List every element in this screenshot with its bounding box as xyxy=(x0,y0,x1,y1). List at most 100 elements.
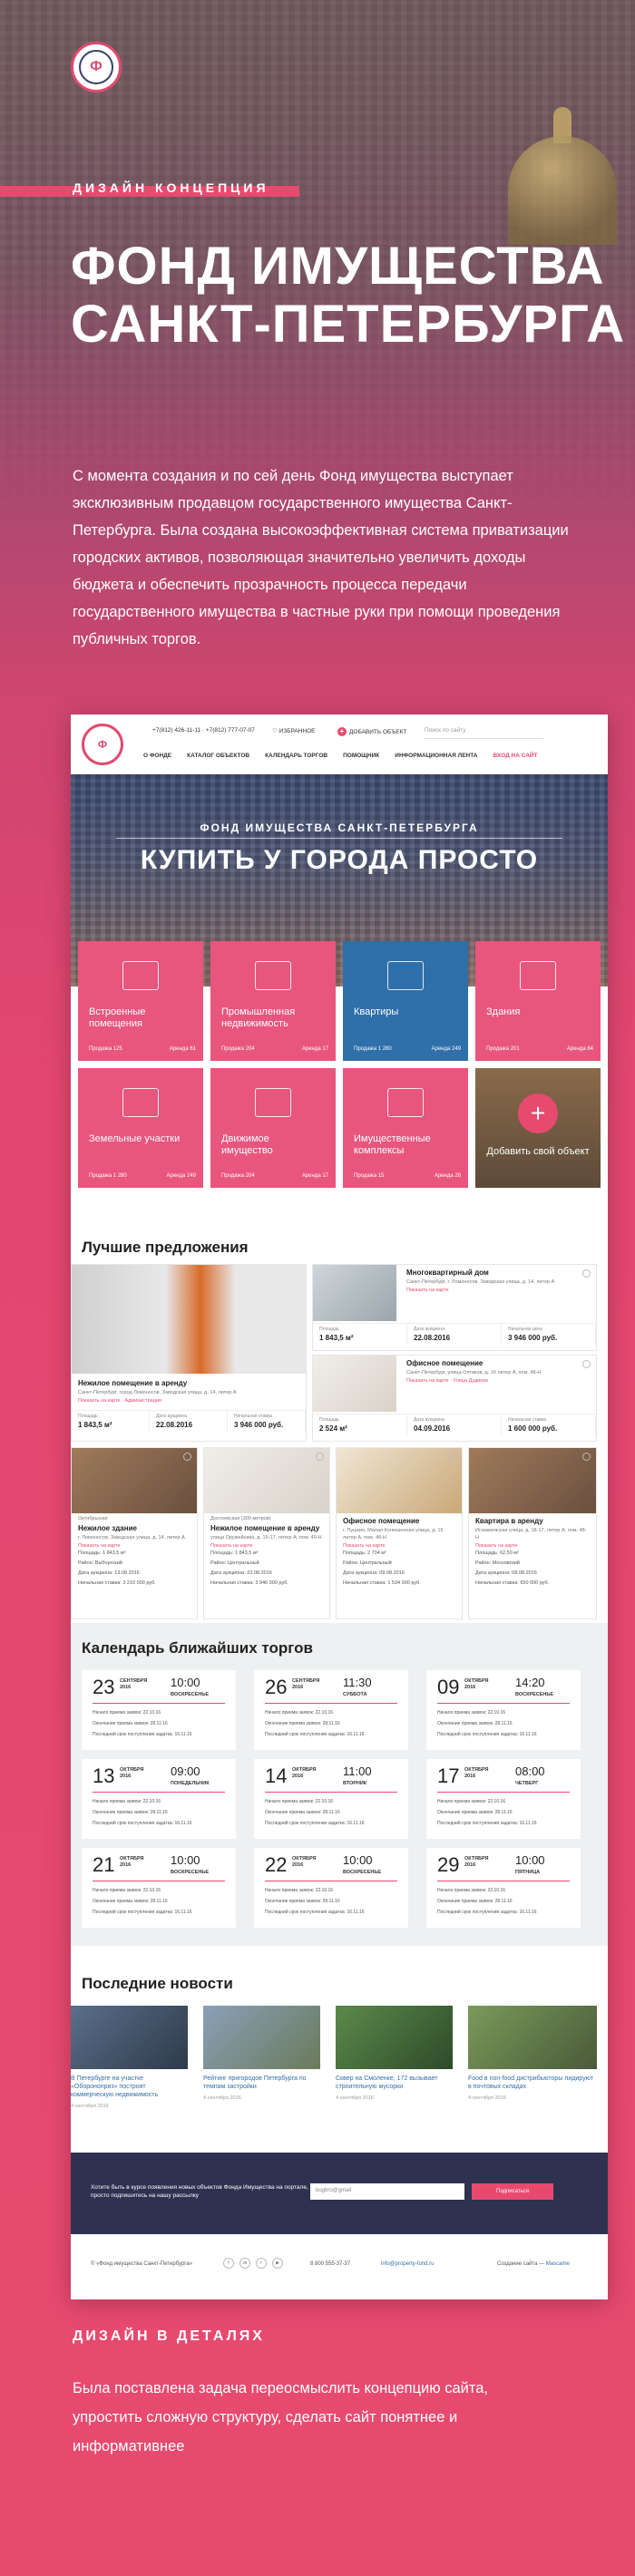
offer-stats: Площадь 1 843,5 м² Дата аукциона 22.08.2016… xyxy=(313,1323,596,1345)
news-item[interactable]: Food в non-food дистрибьюторы лидируют в… xyxy=(468,2006,597,2101)
auction-slot[interactable]: 23 СЕНТЯБРЯ 2016 10:00 ВОСКРЕСЕНЬЕ Начало при… xyxy=(82,1670,236,1750)
main-nav: О ФОНДЕ КАТАЛОГ ОБЪЕКТОВ КАЛЕНДАРЬ ТОРГО… xyxy=(143,753,538,759)
vk-icon[interactable]: vk xyxy=(239,2258,250,2269)
slot-month: ОКТЯБРЯ 2016 xyxy=(464,1678,489,1690)
offer-stats: Площадь 2 524 м² Дата аукциона 04.09.2016 На… xyxy=(313,1414,596,1435)
offer-card[interactable]: Многоквартирный дом Санкт-Петербург, г. … xyxy=(312,1264,597,1351)
fund-logo: Ф xyxy=(71,42,122,92)
sofa-icon xyxy=(387,961,424,990)
email-field[interactable]: bugbro@gmail xyxy=(310,2183,464,2200)
add-object-link[interactable]: + ДОБАВИТЬ ОБЪЕКТ xyxy=(337,727,406,736)
heart-icon[interactable] xyxy=(582,1360,591,1368)
nav-news-feed[interactable]: ИНФОРМАЦИОННАЯ ЛЕНТА xyxy=(395,753,477,759)
offer-card-big[interactable]: Нежилое помещение в аренду Санкт-Петербу… xyxy=(71,1264,307,1442)
slot-info: Последний срок поступления задатка: 16.1… xyxy=(93,1821,192,1826)
auction-slot[interactable]: 13 ОКТЯБРЯ 2016 09:00 ПОНЕДЕЛЬНИК Начало прие… xyxy=(82,1759,236,1839)
category-grid: Встроенные помещения Продажа 125 Аренда 61… xyxy=(71,941,608,1188)
category-tile[interactable]: Здания Продажа 201 Аренда 84 xyxy=(475,941,601,1061)
slot-month: СЕНТЯБРЯ 2016 xyxy=(292,1678,320,1690)
offer-card-small[interactable]: Достоевская (300 метров) Нежилое помещен… xyxy=(203,1447,330,1619)
slot-info: Окончание приема заявок: 28.11.16 xyxy=(93,1899,168,1904)
logo-emblem-icon: Ф xyxy=(79,50,113,84)
heart-icon[interactable] xyxy=(582,1269,591,1278)
studio-link[interactable]: Mascame xyxy=(546,2261,570,2267)
nav-calendar[interactable]: КАЛЕНДАРЬ ТОРГОВ xyxy=(265,753,327,759)
slot-divider xyxy=(265,1703,397,1704)
map-link[interactable]: Показать на карте · Улица Дудинки xyxy=(400,1378,572,1384)
hero-divider xyxy=(116,838,562,839)
news-item[interactable]: В Петербурге на участке «Обороноприз» по… xyxy=(71,2006,188,2109)
offer-card-small[interactable]: Квартира в аренду Исаакиевская улица, д.… xyxy=(468,1447,597,1619)
category-tile[interactable]: Земельные участки Продажа 1 280 Аренда 249 xyxy=(78,1068,203,1188)
auction-slot[interactable]: 29 ОКТЯБРЯ 2016 10:00 ПЯТНИЦА Начало приема з… xyxy=(426,1848,581,1928)
auction-slot[interactable]: 21 ОКТЯБРЯ 2016 10:00 ВОСКРЕСЕНЬЕ Начало прие… xyxy=(82,1848,236,1928)
heart-icon[interactable] xyxy=(582,1453,591,1461)
favorites-link[interactable]: ♡ ИЗБРАННОЕ xyxy=(272,727,316,734)
auction-slot[interactable]: 09 ОКТЯБРЯ 2016 14:20 ВОСКРЕСЕНЬЕ Начало прие… xyxy=(426,1670,581,1750)
section-title: Лучшие предложения xyxy=(82,1239,249,1256)
slot-time: 14:20 xyxy=(515,1676,545,1689)
offer-card-small[interactable]: Офисное помещение г. Пушкин, Малая Конюш… xyxy=(336,1447,463,1619)
site-logo[interactable]: Ф xyxy=(82,724,123,765)
slot-time: 08:00 xyxy=(515,1764,545,1778)
category-tile[interactable]: Имущественные комплексы Продажа 15 Аренда … xyxy=(343,1068,468,1188)
factory-icon xyxy=(255,961,291,990)
category-tile[interactable]: Движимое имущество Продажа 204 Аренда 17 xyxy=(210,1068,336,1188)
slot-weekday: ВОСКРЕСЕНЬЕ xyxy=(171,1692,210,1697)
heart-icon[interactable] xyxy=(448,1453,456,1461)
auction-slot[interactable]: 17 ОКТЯБРЯ 2016 08:00 ЧЕТВЕРГ Начало приема з… xyxy=(426,1759,581,1839)
subscribe-button[interactable]: Подписаться xyxy=(472,2183,553,2200)
heart-icon[interactable] xyxy=(316,1453,324,1461)
auction-calendar-section: Календарь ближайших торгов 23 СЕНТЯБРЯ 201… xyxy=(71,1623,608,1946)
slot-time: 10:00 xyxy=(343,1853,373,1867)
heart-icon[interactable] xyxy=(183,1453,191,1461)
nav-catalog[interactable]: КАТАЛОГ ОБЪЕКТОВ xyxy=(187,753,249,759)
auction-slot[interactable]: 26 СЕНТЯБРЯ 2016 11:30 СУББОТА Начало приема … xyxy=(254,1670,408,1750)
slot-info: Начало приема заявок: 22.10.16 xyxy=(437,1799,506,1804)
slot-weekday: ВОСКРЕСЕНЬЕ xyxy=(515,1692,554,1697)
offer-address: Санкт-Петербург, г. Ломоносов, Заводская… xyxy=(406,1279,555,1285)
offer-card[interactable]: Офисное помещение Санкт-Петербург, улица… xyxy=(312,1355,597,1442)
facebook-icon[interactable]: f xyxy=(223,2258,234,2269)
slot-time: 11:30 xyxy=(343,1676,372,1689)
slot-time: 10:00 xyxy=(515,1853,545,1867)
add-object-tile[interactable]: + Добавить свой объект xyxy=(475,1068,601,1188)
slot-weekday: ПЯТНИЦА xyxy=(515,1870,541,1875)
search-input[interactable]: Поиск по сайту xyxy=(425,723,542,739)
offer-photo xyxy=(72,1448,197,1513)
slot-info: Окончание приема заявок: 28.11.16 xyxy=(265,1721,340,1726)
auction-slot[interactable]: 22 ОКТЯБРЯ 2016 10:00 ВОСКРЕСЕНЬЕ Начало прие… xyxy=(254,1848,408,1928)
slot-divider xyxy=(437,1703,570,1704)
slot-divider xyxy=(437,1792,570,1793)
offer-card-small[interactable]: Октябрьская Нежилое здание г. Ломоносов,… xyxy=(71,1447,198,1619)
slot-day: 22 xyxy=(265,1853,288,1876)
slot-day: 14 xyxy=(265,1764,288,1787)
news-item[interactable]: Рейтинг пригородов Петербурга по темпам … xyxy=(203,2006,320,2101)
footer-email[interactable]: info@property-fund.ru xyxy=(381,2261,434,2267)
login-link[interactable]: ВХОД НА САЙТ xyxy=(493,753,537,759)
youtube-icon[interactable]: ▶ xyxy=(272,2258,283,2269)
news-item[interactable]: Сквер на Смоленке, 172 вызывает строител… xyxy=(336,2006,453,2101)
slot-day: 23 xyxy=(93,1676,115,1698)
slot-info: Последний срок поступления задатка: 16.1… xyxy=(93,1732,192,1737)
auction-slot[interactable]: 14 ОКТЯБРЯ 2016 11:00 ВТОРНИК Начало приема з… xyxy=(254,1759,408,1839)
category-tile[interactable]: Встроенные помещения Продажа 125 Аренда 61 xyxy=(78,941,203,1061)
nav-about[interactable]: О ФОНДЕ xyxy=(143,753,171,759)
offer-photo xyxy=(469,1448,596,1513)
category-tile-active[interactable]: Квартиры Продажа 1 280 Аренда 249 xyxy=(343,941,468,1061)
offer-photo xyxy=(337,1448,462,1513)
slot-month: ОКТЯБРЯ 2016 xyxy=(120,1856,144,1868)
slot-info: Окончание приема заявок: 28.11.16 xyxy=(437,1810,513,1815)
map-link[interactable]: Показать на карте xyxy=(400,1288,572,1293)
news-photo xyxy=(71,2006,188,2069)
slot-info: Начало приема заявок: 22.10.16 xyxy=(93,1710,161,1716)
nav-helper[interactable]: ПОМОЩНИК xyxy=(343,753,379,759)
category-tile[interactable]: Промышленная недвижимость Продажа 204 Арен… xyxy=(210,941,336,1061)
section-title: Календарь ближайших торгов xyxy=(82,1639,313,1657)
map-link[interactable]: Показать на карте · Администрация xyxy=(72,1398,306,1404)
offer-title: Нежилое помещение в аренду xyxy=(78,1379,188,1387)
social-links: f vk t ▶ xyxy=(223,2258,283,2269)
title-line-1: ФОНД ИМУЩЕСТВА xyxy=(71,237,605,296)
slot-info: Последний срок поступления задатка: 16.1… xyxy=(265,1821,365,1826)
twitter-icon[interactable]: t xyxy=(256,2258,267,2269)
